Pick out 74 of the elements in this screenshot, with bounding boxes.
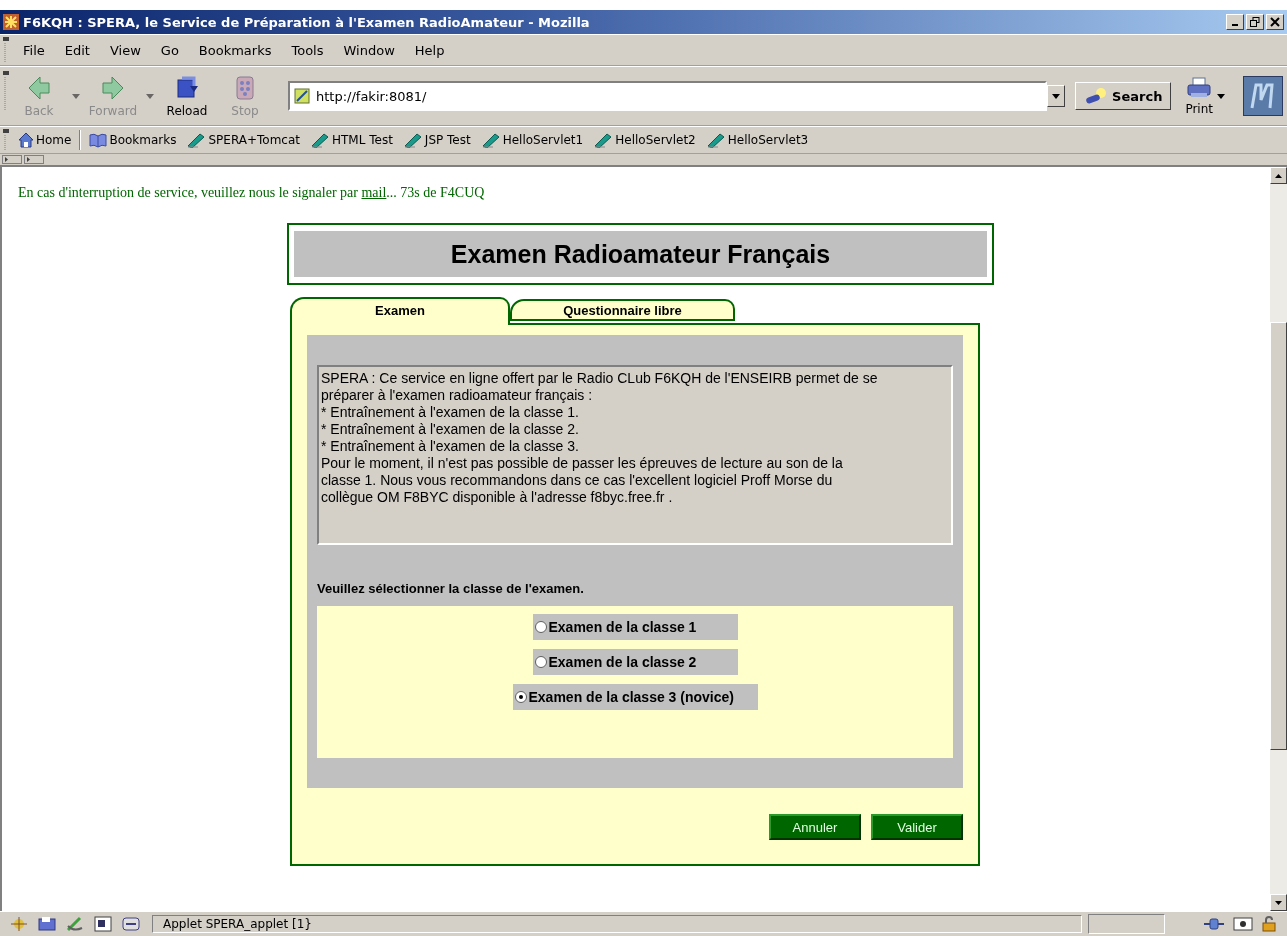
close-icon: [1270, 17, 1280, 27]
menu-item[interactable]: Edit: [57, 40, 97, 60]
mail-link[interactable]: mail: [361, 185, 387, 200]
menu-item[interactable]: Bookmarks: [191, 40, 279, 60]
connection-plug-icon[interactable]: [1203, 916, 1225, 932]
print-button[interactable]: Print: [1185, 76, 1213, 116]
minimize-icon: [1232, 24, 1238, 26]
status-text: Applet SPERA_applet [1}: [152, 915, 1082, 933]
tab[interactable]: Questionnaire libre: [510, 299, 735, 321]
bookmark-button[interactable]: HelloServlet2: [591, 131, 698, 149]
minimize-button[interactable]: [1226, 14, 1244, 30]
pen-icon: [310, 132, 330, 148]
pen-icon: [593, 132, 614, 148]
bookmark-button[interactable]: JSP Test: [400, 131, 473, 149]
dropdown-arrow-icon: [146, 93, 154, 99]
app-icon: [3, 14, 19, 30]
bookmark-button[interactable]: SPERA+Tomcat: [184, 131, 302, 149]
window-title: F6KQH : SPERA, le Service de Préparation à l'Examen RadioAmateur - Mozilla: [23, 14, 591, 30]
pen-icon: [705, 132, 726, 148]
up-arrow-icon: [1275, 173, 1282, 178]
radio-button[interactable]: [534, 621, 547, 633]
toolbar-grip-icon: [2, 129, 10, 151]
scrollbar-thumb[interactable]: [1270, 322, 1287, 750]
dropdown-arrow-icon: [72, 93, 80, 99]
padlock-icon: [1261, 916, 1277, 932]
bookmark-button[interactable]: HelloServlet3: [703, 131, 811, 149]
nav-button[interactable]: Reload: [158, 74, 216, 118]
address-field[interactable]: http://fakir:8081/: [288, 81, 1048, 111]
book-icon: [89, 132, 108, 148]
pen-icon: [480, 132, 501, 148]
bookmark-button[interactable]: Home: [16, 131, 74, 149]
scroll-up-button[interactable]: [1270, 167, 1287, 184]
menu-item[interactable]: View: [102, 40, 148, 60]
throbber-logo-icon: [1243, 76, 1283, 116]
forward-arrow-icon: [100, 74, 126, 101]
page-title: Examen Radioamateur Français: [294, 231, 987, 277]
dropdown-arrow-icon: [1052, 93, 1061, 99]
menu-item[interactable]: Go: [153, 40, 186, 60]
restore-button[interactable]: [1246, 14, 1264, 30]
back-arrow-icon: [26, 74, 52, 101]
restore-icon: [1250, 17, 1260, 27]
history-dropdown-button[interactable]: [1047, 85, 1066, 107]
radio-option[interactable]: Examen de la classe 1: [532, 614, 738, 640]
pen-icon: [186, 132, 207, 148]
bookmark-button[interactable]: HelloServlet1: [478, 131, 586, 149]
info-text-area[interactable]: SPERA : Ce service en ligne offert par le Radio CLub F6KQH de l'ENSEIRB permet de se préparer à l'examen radioamateur français : * Entraînement à l'examen de la classe 1. * Entraînement à l'examen de la classe 2. * Entraînement à l'examen de la classe 3. Pour le moment, il n'est pas possible de passer les épreuves de lecture au son de la classe 1. Nous vous recommandons dans ce cas l'excellent logiciel Proff Morse du collègue OM F8BYC disponible à l'adresse f8byc.free.fr .: [317, 365, 953, 545]
toolbar-grip-icon: [2, 37, 10, 63]
close-button[interactable]: [1266, 14, 1284, 30]
action-button[interactable]: Valider: [871, 814, 963, 840]
down-arrow-icon: [1275, 900, 1282, 905]
tab[interactable]: Examen: [290, 297, 510, 325]
radio-button[interactable]: [534, 656, 547, 668]
reload-icon: [174, 74, 200, 101]
composer-pen-icon[interactable]: [66, 916, 84, 932]
menu-item[interactable]: Tools: [284, 40, 331, 60]
radio-option[interactable]: Examen de la classe 2: [532, 649, 738, 675]
dropdown-arrow-icon: [1217, 93, 1225, 99]
menu-item[interactable]: Help: [407, 40, 452, 60]
radio-option[interactable]: Examen de la classe 3 (novice): [512, 684, 758, 710]
bookmark-button[interactable]: Bookmarks: [87, 131, 179, 149]
action-button[interactable]: Annuler: [769, 814, 861, 840]
menu-item[interactable]: Window: [336, 40, 402, 60]
search-button[interactable]: Search: [1075, 82, 1172, 110]
class-prompt: Veuillez sélectionner la classe de l'examen.: [317, 581, 585, 596]
bookmark-button[interactable]: HTML Test: [308, 131, 395, 149]
menu-item[interactable]: File: [16, 40, 52, 60]
service-notice: En cas d'interruption de service, veuillez nous le signaler par mail... 73s de F4CUQ: [18, 185, 486, 201]
pen-icon: [402, 132, 423, 148]
radio-button[interactable]: [514, 691, 527, 703]
printer-icon: [1186, 76, 1213, 99]
mail-icon[interactable]: [38, 916, 56, 932]
scroll-down-button[interactable]: [1270, 894, 1287, 911]
house-icon: [18, 132, 34, 148]
page-icon: [294, 88, 310, 104]
